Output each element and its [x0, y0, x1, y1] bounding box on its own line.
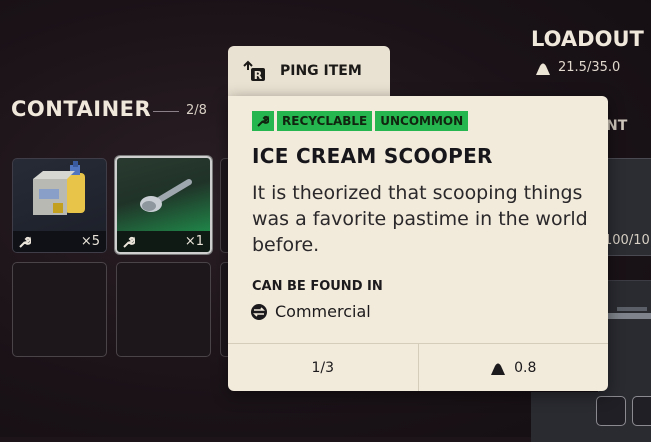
loadout-weight-value: 21.5/35.0 [558, 60, 621, 75]
item-stats-footer: 1/3 0.8 [228, 343, 608, 391]
location-swap-icon [251, 303, 267, 320]
weight-icon [536, 63, 550, 75]
tag-rarity: UNCOMMON [375, 111, 469, 131]
item-tooltip-card: RECYCLABLE UNCOMMON ICE CREAM SCOOPER It… [228, 96, 608, 391]
item-weight-value: 0.8 [514, 359, 537, 376]
found-in-label: CAN BE FOUND IN [252, 279, 383, 294]
found-in-location-text: Commercial [275, 302, 371, 321]
ping-item-button[interactable]: R PING ITEM [228, 46, 390, 96]
inventory-slot-2-selected[interactable]: ×1 [115, 156, 212, 254]
divider [153, 111, 179, 112]
weight-icon [491, 363, 506, 375]
stack-count: 1/3 [228, 344, 418, 391]
inventory-slot-1[interactable]: ×5 [12, 158, 107, 253]
cleaning-supplies-icon [33, 161, 85, 215]
wrench-icon [19, 236, 31, 248]
loadout-title: LOADOUT [531, 27, 644, 51]
slot-quantity: ×5 [80, 234, 100, 249]
loadout-action-button[interactable] [632, 396, 651, 426]
loadout-weight: 21.5/35.0 [535, 60, 620, 75]
wrench-icon [123, 236, 135, 248]
item-description: It is theorized that scooping things was… [252, 182, 588, 256]
ping-item-label: PING ITEM [280, 63, 362, 79]
container-count: 2/8 [186, 103, 207, 118]
tag-recyclable [252, 111, 274, 131]
container-title: CONTAINER [11, 97, 152, 121]
tag-recyclable-label: RECYCLABLE [277, 111, 373, 131]
ping-key-icon: R [243, 60, 265, 82]
ping-key-glyph: R [254, 69, 263, 82]
loadout-section-label: NT [606, 118, 628, 134]
item-weight: 0.8 [417, 344, 609, 391]
inventory-slot-4[interactable] [116, 262, 211, 357]
ice-cream-scooper-icon [140, 179, 192, 212]
wrench-icon [257, 115, 269, 127]
found-in-location: Commercial [250, 302, 371, 321]
item-tags: RECYCLABLE UNCOMMON [252, 111, 469, 131]
inventory-slot-3[interactable] [12, 262, 107, 357]
loadout-action-button[interactable] [596, 396, 626, 426]
slot-quantity: ×1 [184, 234, 204, 249]
stack-count-value: 1/3 [311, 359, 335, 376]
item-name: ICE CREAM SCOOPER [252, 144, 493, 168]
loadout-slot-value: 100/10 [604, 233, 650, 248]
